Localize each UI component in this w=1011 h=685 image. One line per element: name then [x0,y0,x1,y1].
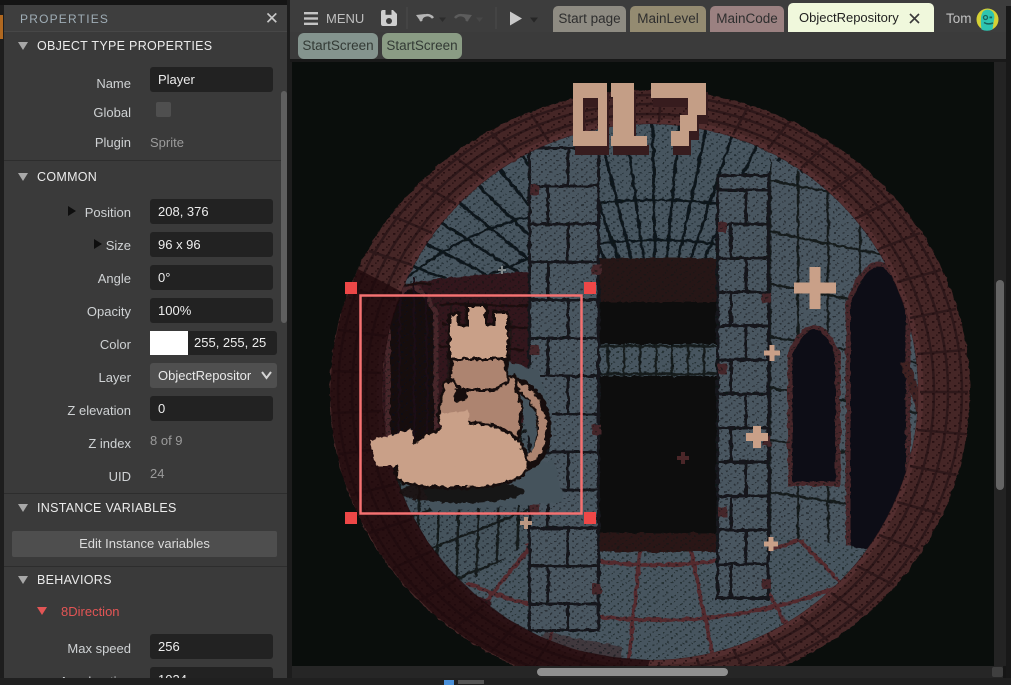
svg-text:MENU: MENU [326,11,364,26]
